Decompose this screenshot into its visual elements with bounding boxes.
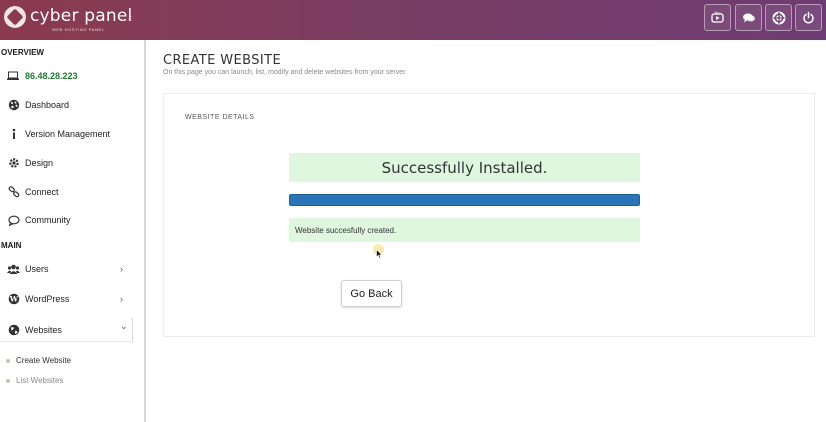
link-icon: [7, 186, 20, 199]
page-title: CREATE WEBSITE: [163, 53, 282, 68]
sidebar-item-label: Websites: [25, 324, 62, 335]
users-icon: [7, 263, 20, 276]
server-ip: 86.48.28.223: [25, 71, 78, 81]
brand-tagline: WEB HOSTING PANEL: [52, 27, 105, 32]
brand-name[interactable]: cyber panel: [30, 6, 132, 26]
youtube-button[interactable]: You: [704, 4, 731, 31]
sidebar-item-websites[interactable]: Websites ⌄: [0, 318, 133, 342]
svg-text:You: You: [714, 11, 720, 15]
chat-button[interactable]: [735, 4, 762, 31]
sidebar-item-wordpress[interactable]: W WordPress ›: [0, 287, 133, 311]
sidebar-collapse-icon[interactable]: ‹: [128, 11, 132, 25]
info-icon: [7, 128, 20, 141]
bullet-icon: [6, 378, 10, 383]
submenu-label: List Websites: [16, 376, 64, 385]
chevron-right-icon: ›: [120, 294, 123, 304]
gear-icon: [7, 157, 20, 170]
comment-icon: [7, 214, 20, 227]
sidebar-item-label: Community: [25, 215, 71, 225]
palette-icon: [7, 99, 20, 112]
lifebuoy-icon: [772, 11, 785, 24]
sidebar-item-label: Version Management: [25, 129, 111, 139]
mouse-cursor-icon: [376, 249, 383, 259]
overview-heading: OVERVIEW: [1, 48, 44, 57]
bullet-icon: [6, 358, 10, 363]
svg-text:W: W: [8, 295, 18, 304]
sidebar-item-label: Dashboard: [25, 100, 70, 110]
chevron-down-icon: ⌄: [120, 321, 128, 331]
website-details-card: WEBSITE DETAILS Successfully Installed. …: [163, 93, 815, 337]
laptop-icon: [7, 71, 19, 80]
status-message: Website succesfully created.: [289, 218, 640, 242]
chevron-right-icon: ›: [120, 264, 123, 274]
sidebar-item-label: WordPress: [25, 294, 70, 304]
sidebar-item-connect[interactable]: Connect: [0, 180, 133, 204]
sidebar-item-design[interactable]: Design: [0, 151, 133, 175]
sidebar-item-dashboard[interactable]: Dashboard: [0, 93, 133, 117]
cyberpanel-logo-icon[interactable]: [4, 6, 26, 28]
power-icon: [803, 11, 814, 24]
sidebar-item-users[interactable]: Users ›: [0, 257, 133, 281]
sidebar-item-community[interactable]: Community: [0, 208, 133, 232]
page-subtitle: On this page you can launch, list, modif…: [163, 69, 407, 76]
top-header-bar: cyber panel WEB HOSTING PANEL ‹ You: [0, 0, 826, 40]
sidebar-item-label: Design: [25, 158, 54, 168]
submenu-label: Create Website: [16, 356, 71, 365]
go-back-button[interactable]: Go Back: [341, 280, 402, 307]
submenu-create-website[interactable]: Create Website: [6, 356, 71, 365]
progress-fill: [289, 194, 640, 206]
main-heading: MAIN: [1, 241, 22, 250]
install-progress-bar: [289, 194, 640, 206]
sidebar: OVERVIEW 86.48.28.223 Dashboard Version …: [0, 40, 146, 422]
power-button[interactable]: [795, 4, 822, 31]
globe-icon: [7, 323, 20, 336]
card-title: WEBSITE DETAILS: [185, 114, 255, 121]
sidebar-item-version-management[interactable]: Version Management: [0, 122, 133, 146]
wordpress-icon: W: [7, 293, 20, 306]
submenu-list-websites[interactable]: List Websites: [6, 376, 63, 385]
main-content: CREATE WEBSITE On this page you can laun…: [148, 40, 826, 422]
sidebar-item-label: Connect: [25, 187, 59, 197]
sidebar-item-label: Users: [25, 264, 49, 274]
support-button[interactable]: [765, 4, 792, 31]
success-banner: Successfully Installed.: [289, 153, 640, 182]
youtube-icon: You: [711, 11, 724, 23]
chat-bubbles-icon: [742, 13, 755, 22]
